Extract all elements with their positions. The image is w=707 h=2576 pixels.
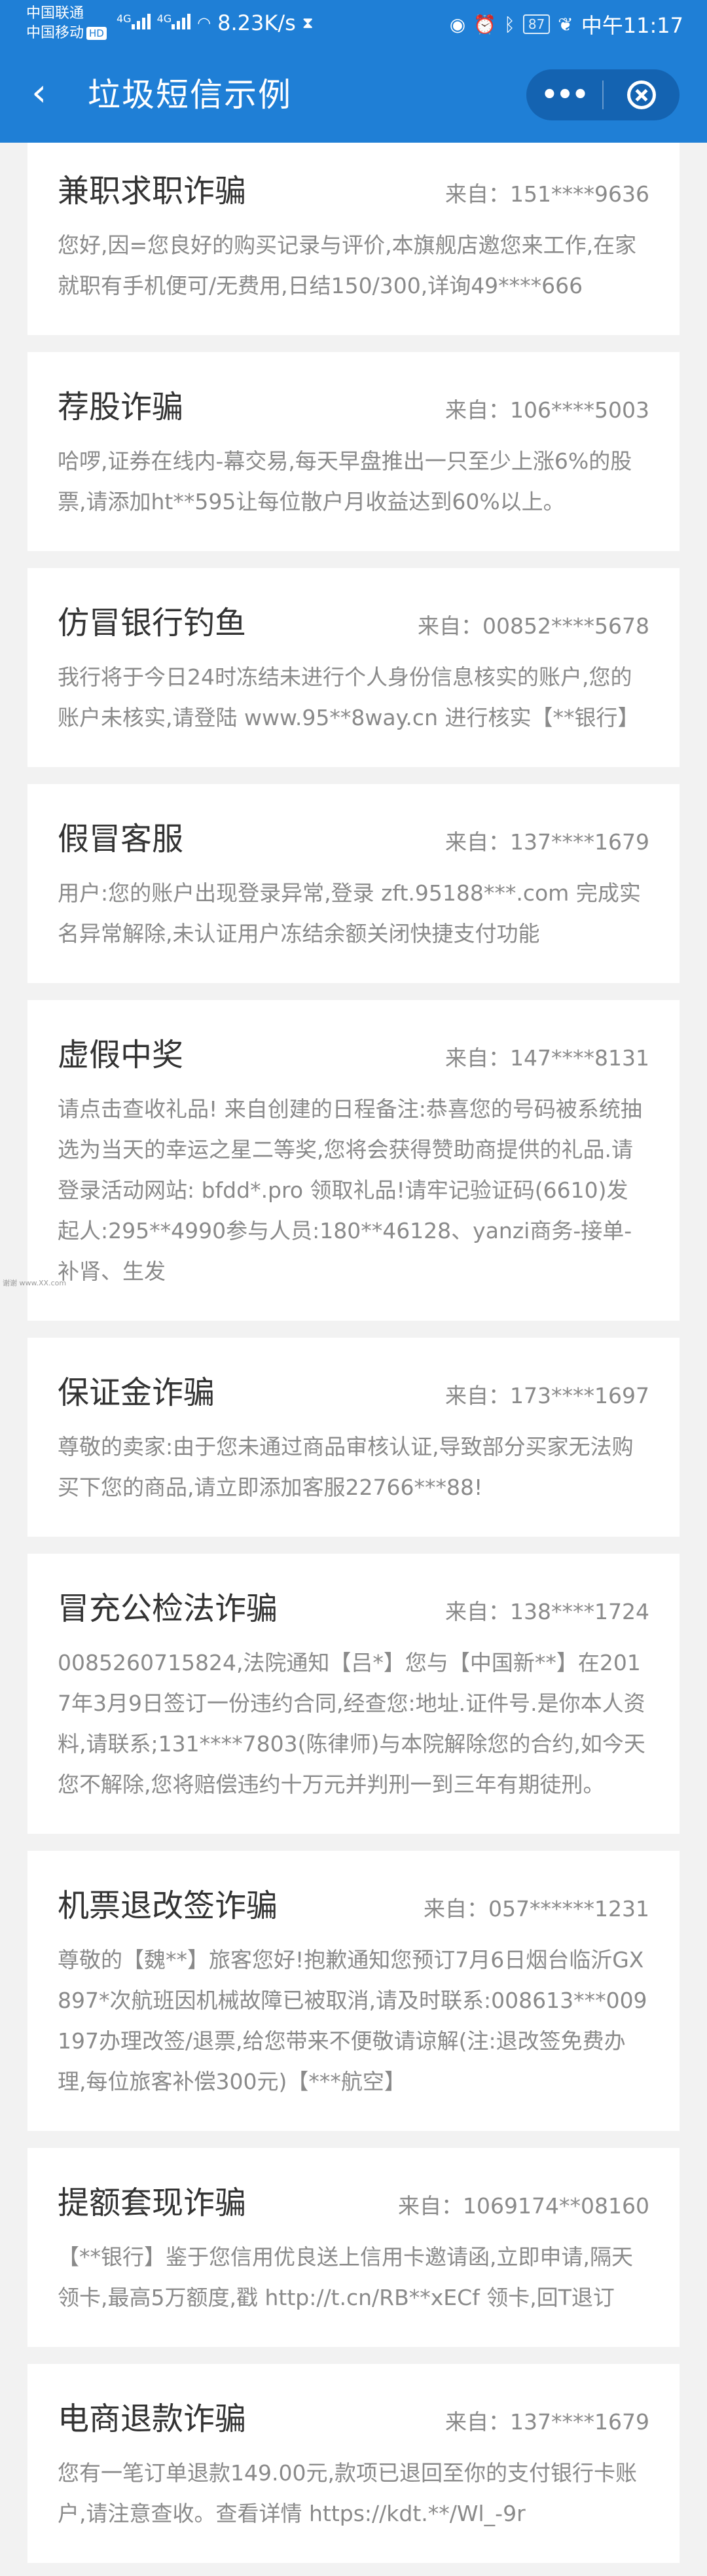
card-sender: 来自：137****1679 [445,2409,649,2435]
bluetooth-icon: ᛒ [504,13,515,35]
back-arrow-icon: ‹ [31,70,47,115]
wifi-icon: ◠ [197,14,211,32]
card-header: 电商退款诈骗 来自：137****1679 [58,2393,649,2439]
card-message: 【**银行】鉴于您信用优良送上信用卡邀请函,立即申请,隔天领卡,最高5万额度,戳… [58,2244,633,2310]
card-header: 虚假中奖 来自：147****8131 [58,1029,649,1075]
card-sender: 来自：173****1697 [445,1383,649,1408]
card-message: 我行将于今日24时冻结未进行个人身份信息核实的账户,您的账户未核实,请登陆 ww… [58,664,640,730]
card-header: 机票退改签诈骗 来自：057******1231 [58,1880,649,1925]
close-circle-icon [627,80,656,109]
spam-card[interactable]: 保证金诈骗 来自：173****1697 尊敬的卖家:由于您未通过商品审核认证,导致… [27,1338,680,1537]
card-header: 假冒客服 来自：137****1679 [58,813,649,859]
battery-indicator: 87 [522,14,551,34]
card-header: 仿冒银行钓鱼 来自：00852****5678 [58,597,649,643]
card-header: 兼职求职诈骗 来自：151****9636 [58,165,649,211]
card-sender: 来自：147****8131 [445,1045,649,1071]
network-type-1: 4G [117,12,132,25]
watermark: 谢谢 www.XX.com [3,1279,67,1287]
close-miniapp-button[interactable] [604,80,680,109]
card-sender: 来自：151****9636 [445,181,649,207]
card-sender: 来自：106****5003 [445,397,649,423]
leaf-icon: ❦ [558,13,573,35]
card-title: 荐股诈骗 [58,389,184,425]
more-dots-icon: ••• [541,80,589,110]
miniapp-capsule: ••• [526,69,680,120]
card-message: 用户:您的账户出现登录异常,登录 zft.95188***.com 完成实名异常… [58,880,641,946]
app-header: ‹ 垃圾短信示例 ••• [0,47,707,143]
card-sender: 来自：1069174**08160 [398,2193,649,2219]
spam-card[interactable]: 兼职求职诈骗 来自：151****9636 您好,因=您良好的购买记录与评价,本旗舰… [27,143,680,335]
card-message: 您有一笔订单退款149.00元,款项已退回至你的支付银行卡账户,请注意查收。查看… [58,2460,637,2526]
spam-card[interactable]: 仿冒银行钓鱼 来自：00852****5678 我行将于今日24时冻结未进行个人身份… [27,568,680,767]
spam-card[interactable]: 机票退改签诈骗 来自：057******1231 尊敬的【魏**】旅客您好!抱歉通知… [27,1851,680,2131]
spam-example-list: 兼职求职诈骗 来自：151****9636 您好,因=您良好的购买记录与评价,本旗舰… [0,143,707,2563]
carrier-info: 中国联通 中国移动 HD [26,4,107,43]
card-header: 提额套现诈骗 来自：1069174**08160 [58,2177,649,2223]
card-title: 虚假中奖 [58,1037,184,1073]
card-title: 电商退款诈骗 [58,2401,247,2437]
signal-indicators: 4G 4G ◠ 8.23K/s ⧗ [117,10,314,35]
spam-card[interactable]: 电商退款诈骗 来自：137****1679 您有一笔订单退款149.00元,款项已退… [27,2364,680,2563]
card-title: 提额套现诈骗 [58,2185,247,2221]
card-title: 机票退改签诈骗 [58,1887,278,1924]
card-header: 保证金诈骗 来自：173****1697 [58,1367,649,1412]
spam-card[interactable]: 荐股诈骗 来自：106****5003 哈啰,证券在线内-幕交易,每天早盘推出一只至… [27,352,680,551]
spam-card[interactable]: 冒充公检法诈骗 来自：138****1724 0085260715824,法院通知【… [27,1554,680,1834]
page-title: 垃圾短信示例 [88,76,292,114]
spam-card[interactable]: 提额套现诈骗 来自：1069174**08160 【**银行】鉴于您信用优良送上信用… [27,2148,680,2347]
eye-icon: ◉ [449,13,466,35]
network-type-2: 4G [156,12,172,25]
card-message: 您好,因=您良好的购买记录与评价,本旗舰店邀您来工作,在家就职有手机便可/无费用… [58,232,637,298]
card-sender: 来自：138****1724 [445,1599,649,1624]
card-sender: 来自：057******1231 [424,1896,649,1922]
network-speed: 8.23K/s [217,10,296,35]
card-message: 0085260715824,法院通知【吕*】您与【中国新**】在2017年3月9… [58,1650,645,1797]
card-message: 请点击查收礼品! 来自创建的日程备注:恭喜您的号码被系统抽选为当天的幸运之星二等… [58,1096,642,1284]
signal-bars-icon [131,12,151,29]
hourglass-icon: ⧗ [302,14,314,32]
status-bar: 中国联通 中国移动 HD 4G 4G ◠ 8.23K/s ⧗ ◉ ⏰ ᛒ 87 ❦… [0,0,707,47]
system-indicators: ◉ ⏰ ᛒ 87 ❦ 中午11:17 [450,9,683,39]
card-title: 仿冒银行钓鱼 [58,605,247,641]
spam-card[interactable]: 假冒客服 来自：137****1679 用户:您的账户出现登录异常,登录 zft.9… [27,784,680,983]
carrier-2: 中国移动 [26,25,84,41]
card-sender: 来自：137****1679 [445,829,649,855]
card-title: 冒充公检法诈骗 [58,1590,278,1627]
hd-badge: HD [86,27,107,40]
alarm-icon: ⏰ [473,13,497,35]
card-title: 假冒客服 [58,821,184,857]
card-title: 保证金诈骗 [58,1374,215,1411]
more-button[interactable]: ••• [526,69,602,120]
card-title: 兼职求职诈骗 [58,173,247,209]
back-button[interactable]: ‹ [31,71,71,116]
card-message: 尊敬的【魏**】旅客您好!抱歉通知您预订7月6日烟台临沂GX897*次航班因机械… [58,1947,647,2094]
card-message: 尊敬的卖家:由于您未通过商品审核认证,导致部分买家无法购买下您的商品,请立即添加… [58,1434,634,1500]
spam-card[interactable]: 虚假中奖 来自：147****8131 请点击查收礼品! 来自创建的日程备注:恭喜您… [27,1000,680,1321]
clock: 中午11:17 [581,13,683,38]
card-header: 荐股诈骗 来自：106****5003 [58,381,649,427]
card-message: 哈啰,证券在线内-幕交易,每天早盘推出一只至少上涨6%的股票,请添加ht**59… [58,448,632,514]
carrier-1: 中国联通 [26,5,84,22]
signal-bars-icon [172,12,191,29]
card-header: 冒充公检法诈骗 来自：138****1724 [58,1583,649,1628]
card-sender: 来自：00852****5678 [418,613,649,639]
